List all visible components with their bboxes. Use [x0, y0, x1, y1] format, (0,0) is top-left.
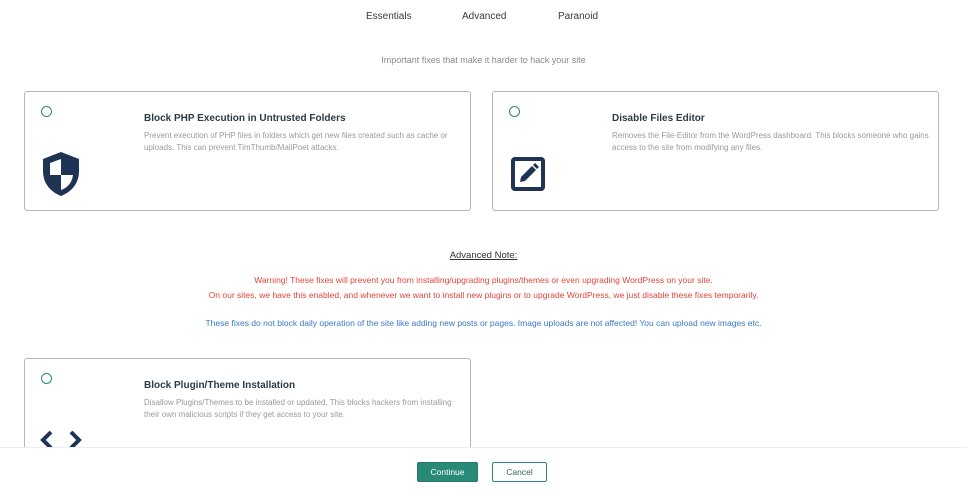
- fix-title: Disable Files Editor: [612, 113, 705, 124]
- level-tabs: Essentials Advanced Paranoid: [0, 11, 967, 25]
- fix-card-block-php[interactable]: Block PHP Execution in Untrusted Folders…: [24, 91, 471, 211]
- continue-button[interactable]: Continue: [417, 462, 478, 482]
- section-subtitle: Important fixes that make it harder to h…: [381, 55, 586, 65]
- warning-text-line-2: On our sites, we have this enabled, and …: [208, 290, 759, 300]
- fix-title: Block PHP Execution in Untrusted Folders: [144, 113, 346, 124]
- info-text: These fixes do not block daily operation…: [205, 318, 762, 328]
- fix-radio[interactable]: [41, 373, 52, 384]
- fix-description: Prevent execution of PHP files in folder…: [144, 131, 448, 152]
- tab-advanced[interactable]: Advanced: [462, 11, 506, 22]
- cancel-button[interactable]: Cancel: [492, 462, 547, 482]
- advanced-note-heading: Advanced Note:: [449, 250, 518, 261]
- warning-text-line-1: Warning! These fixes will prevent you fr…: [254, 275, 713, 285]
- fix-card-disable-editor[interactable]: Disable Files Editor Removes the File-Ed…: [492, 91, 939, 211]
- fix-description: Removes the File-Editor from the WordPre…: [612, 131, 929, 152]
- footer-bar: Continue Cancel: [0, 447, 967, 491]
- fix-radio[interactable]: [41, 106, 52, 117]
- tab-paranoid[interactable]: Paranoid: [558, 11, 598, 22]
- tab-essentials[interactable]: Essentials: [366, 11, 412, 22]
- fix-title: Block Plugin/Theme Installation: [144, 380, 296, 391]
- edit-icon: [509, 155, 547, 198]
- fix-description: Disallow Plugins/Themes to be installed …: [144, 398, 452, 419]
- fix-radio[interactable]: [509, 106, 520, 117]
- shield-icon: [41, 151, 81, 202]
